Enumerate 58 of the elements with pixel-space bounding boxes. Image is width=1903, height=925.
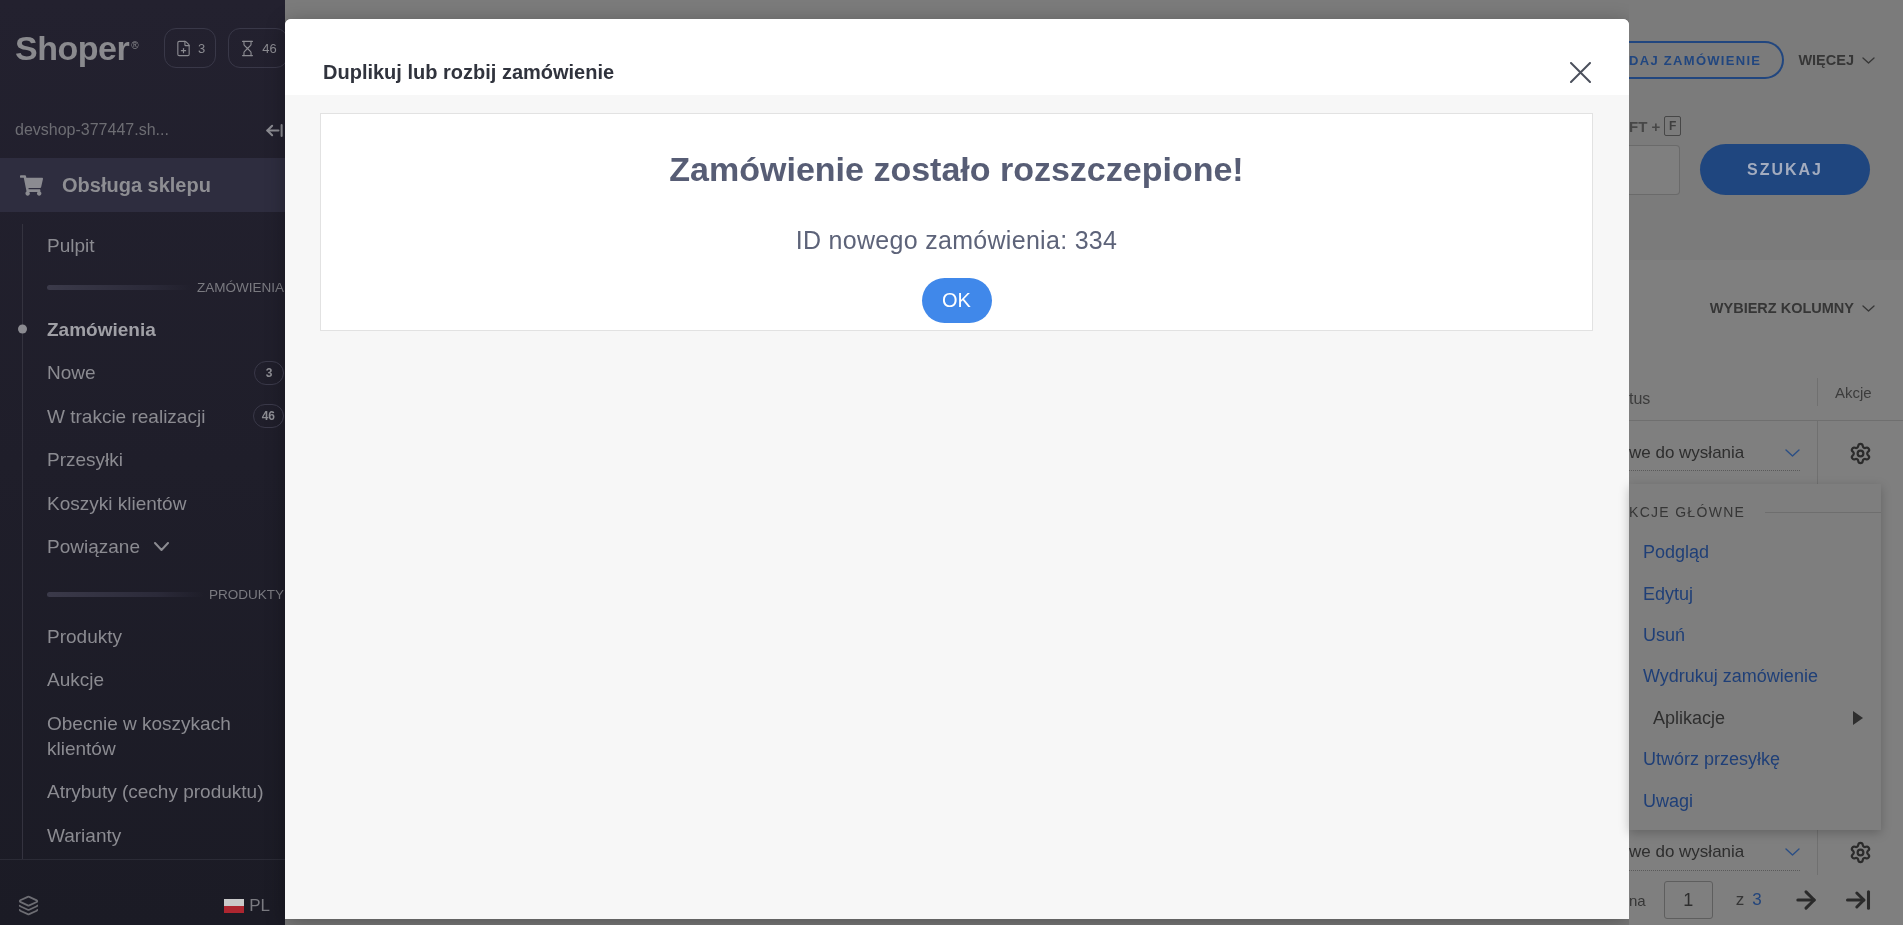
caret-right-icon xyxy=(1853,711,1863,726)
section-header[interactable]: Obsługa sklepu xyxy=(0,158,285,212)
file-plus-icon xyxy=(175,39,192,57)
logo: Shoper$^{®}$ xyxy=(15,28,138,68)
column-header: tus xyxy=(1629,389,1652,409)
menu-item[interactable]: Wydrukuj zamówienie xyxy=(1629,656,1881,698)
nav-item[interactable]: Warianty xyxy=(18,813,285,857)
total-pages-link[interactable]: 3 xyxy=(1752,890,1762,910)
cart-icon xyxy=(20,173,43,197)
ok-button[interactable]: OK xyxy=(921,278,992,323)
chevron-down-icon xyxy=(1862,56,1875,64)
nav-item[interactable]: Koszyki klientów xyxy=(18,481,285,525)
chevron-down-icon xyxy=(1785,448,1800,457)
more-menu-button[interactable]: WIĘCEJ xyxy=(1798,52,1875,68)
search-field[interactable] xyxy=(1629,144,1680,195)
status-select[interactable]: we do wysłania xyxy=(1629,435,1800,471)
menu-item[interactable]: Edytuj xyxy=(1629,573,1881,615)
add-order-button[interactable]: DAJ ZAMÓWIENIE xyxy=(1629,41,1785,79)
menu-item[interactable]: Podgląd xyxy=(1629,532,1881,574)
nav-item[interactable]: Aukcje xyxy=(18,658,285,702)
nav-item[interactable]: Pulpit xyxy=(18,224,285,268)
nav-item[interactable]: Obecnie w koszykach klientów xyxy=(18,701,285,770)
close-icon[interactable] xyxy=(1570,61,1591,83)
keyboard-key: F xyxy=(1664,116,1682,136)
status-select[interactable]: we do wysłania xyxy=(1629,834,1800,871)
settings-icon[interactable] xyxy=(1849,841,1872,864)
dialog-title: Duplikuj lub rozbij zamówienie xyxy=(323,60,615,84)
counter-button[interactable]: 3 xyxy=(164,28,217,68)
success-heading: Zamówienie zostało rozszczepione! xyxy=(669,149,1244,190)
page-separator: z xyxy=(1735,890,1745,910)
nav-item[interactable]: Atrybuty (cechy produktu) xyxy=(18,770,285,814)
page-label: na xyxy=(1629,891,1646,909)
menu-item[interactable]: Utwórz przesyłkę xyxy=(1629,738,1881,781)
columns-button[interactable]: WYBIERZ KOLUMNY xyxy=(1709,300,1875,316)
search-button[interactable]: SZUKAJ xyxy=(1700,144,1870,195)
settings-icon[interactable] xyxy=(1849,441,1872,465)
menu-item[interactable]: Uwagi xyxy=(1629,780,1881,822)
menu-heading: KCJE GŁÓWNE xyxy=(1629,504,1746,520)
nav-item[interactable]: Nowe 3 xyxy=(18,351,285,395)
section-label: PRODUKTY xyxy=(209,587,284,602)
chevron-down-icon xyxy=(1785,848,1800,856)
section-label: ZAMÓWIENIA xyxy=(197,280,284,295)
layers-icon[interactable] xyxy=(18,895,39,916)
chevron-down-icon xyxy=(1862,304,1875,312)
flag-icon xyxy=(224,898,245,913)
shop-name: devshop-377447.sh... xyxy=(15,121,169,139)
nav-item[interactable]: Przesyłki xyxy=(18,438,285,482)
menu-item[interactable]: Usuń xyxy=(1629,614,1881,657)
column-header: Akcje xyxy=(1817,378,1903,406)
nav-item[interactable]: Produkty xyxy=(18,614,285,658)
nav-item[interactable]: Powiązane xyxy=(18,525,285,569)
nav-item[interactable]: Zamówienia xyxy=(18,307,285,351)
language-label[interactable]: PL xyxy=(249,895,270,916)
dot-icon xyxy=(18,324,27,334)
nav-item[interactable]: W trakcie realizacji 46 xyxy=(18,394,285,438)
order-id-text: ID nowego zamówienia: 334 xyxy=(795,225,1118,256)
page-field[interactable]: 1 xyxy=(1663,881,1713,919)
submenu-item[interactable]: Aplikacje xyxy=(1629,697,1881,739)
